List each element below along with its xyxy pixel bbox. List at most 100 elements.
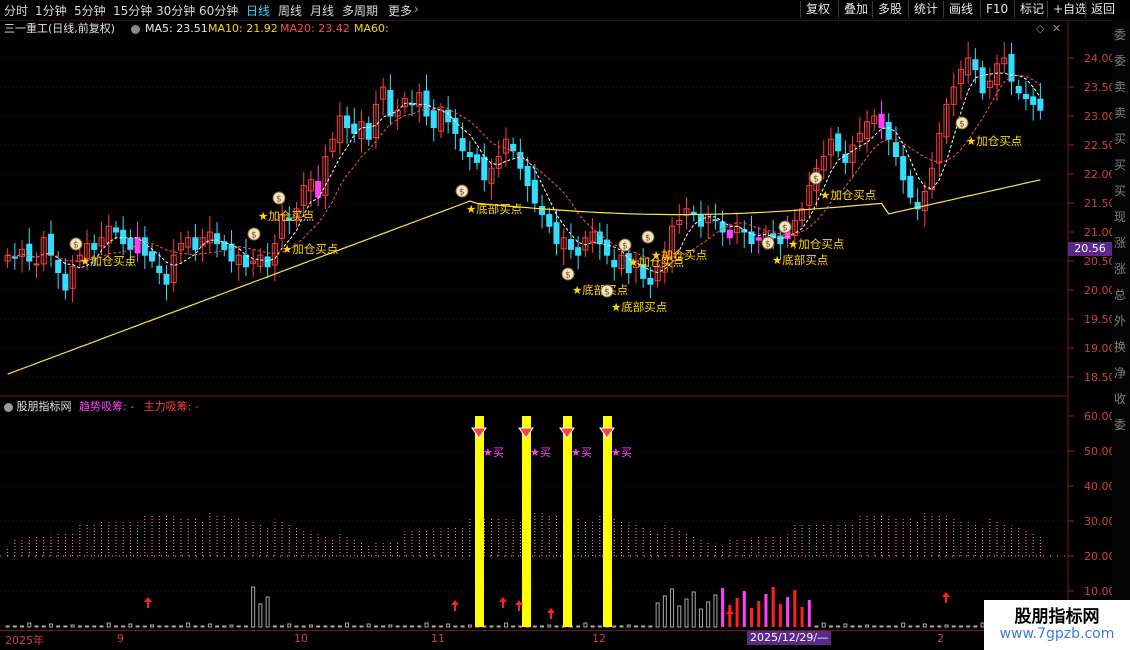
accum-bar bbox=[395, 625, 400, 628]
accum-bar bbox=[821, 622, 826, 628]
ma60-line bbox=[7, 179, 1041, 375]
accum-bar bbox=[597, 625, 602, 628]
svg-text:$: $ bbox=[622, 242, 628, 252]
accum-bar bbox=[857, 625, 862, 628]
money-bag-icon: $ bbox=[761, 236, 775, 250]
date-label: 2 bbox=[937, 632, 944, 645]
up-arrow-icon bbox=[144, 597, 152, 608]
candle-body bbox=[264, 256, 271, 268]
accum-bar bbox=[778, 604, 782, 627]
candle-body bbox=[1015, 85, 1022, 94]
accum-bar bbox=[424, 622, 429, 628]
candle-body bbox=[510, 143, 517, 152]
accum-bar bbox=[417, 625, 422, 628]
accum-bar bbox=[258, 603, 263, 628]
accum-bar bbox=[77, 625, 82, 628]
indicator-header: 股朋指标网 趋势吸筹: - 主力吸筹: - bbox=[4, 398, 199, 414]
date-axis: 2025年 9 10 11 12 2025/12/29/— 2 bbox=[0, 630, 1068, 647]
indicator-name: 股朋指标网 bbox=[16, 400, 72, 413]
accum-bar bbox=[547, 624, 552, 628]
candle-body bbox=[452, 117, 459, 134]
accum-bar bbox=[828, 625, 833, 628]
candle-body bbox=[647, 277, 654, 285]
date-label: 2025年 bbox=[5, 634, 44, 647]
kline-chart[interactable]: $★加仓买点$★加仓买点$★加仓买点$★底部买点$★底部买点$★底部买点$★加仓… bbox=[0, 0, 1130, 650]
accum-bar bbox=[691, 591, 696, 628]
price-tick: 20.50 bbox=[1084, 255, 1116, 268]
candle-body bbox=[712, 219, 719, 222]
candle-body bbox=[546, 214, 553, 227]
accum-bar bbox=[893, 625, 898, 628]
candle-body bbox=[134, 237, 141, 254]
accum-bar bbox=[92, 625, 97, 628]
price-tick: 19.50 bbox=[1084, 313, 1116, 326]
candle-body bbox=[604, 239, 611, 256]
accum-bar bbox=[467, 624, 472, 628]
accum-bar bbox=[164, 625, 169, 628]
candle-body bbox=[228, 243, 235, 262]
accum-bar bbox=[612, 625, 617, 628]
accum-bar bbox=[662, 595, 667, 628]
candle-body bbox=[835, 133, 842, 152]
accum-bar bbox=[540, 625, 545, 628]
accum-bar bbox=[814, 625, 819, 628]
buy-signal-label: ★买 bbox=[530, 446, 551, 459]
accum-bar bbox=[619, 625, 624, 628]
accum-bar bbox=[453, 625, 458, 628]
accum-bar bbox=[843, 623, 848, 628]
money-bag-icon: $ bbox=[455, 184, 469, 198]
sidebar-char: 买 bbox=[1114, 158, 1127, 172]
accum-bar bbox=[222, 625, 227, 628]
buy-point-annotation: ★加仓买点 bbox=[258, 209, 314, 223]
accum-bar bbox=[373, 625, 378, 628]
accum-bar bbox=[554, 625, 559, 628]
accum-bar bbox=[323, 625, 328, 628]
accum-bar bbox=[366, 623, 371, 628]
indicator-tick: 10.00 bbox=[1084, 585, 1116, 598]
accum-bar bbox=[128, 623, 133, 628]
accum-bar bbox=[41, 625, 46, 628]
money-bag-icon: $ bbox=[778, 220, 792, 234]
candle-body bbox=[777, 235, 784, 245]
money-bag-icon: $ bbox=[955, 116, 969, 130]
date-label: 9 bbox=[117, 632, 124, 645]
accum-bar bbox=[930, 625, 935, 628]
accum-bar bbox=[287, 623, 292, 628]
up-arrow-icon bbox=[515, 600, 523, 611]
svg-text:$: $ bbox=[565, 271, 571, 281]
accum-bar bbox=[56, 625, 61, 628]
accum-bar bbox=[511, 625, 516, 628]
accum-bar bbox=[301, 625, 306, 628]
accum-bar bbox=[316, 625, 321, 628]
accum-bar bbox=[742, 591, 746, 627]
settings-dot-icon[interactable] bbox=[4, 402, 13, 412]
accum-bar bbox=[460, 625, 465, 628]
money-bag-icon: $ bbox=[561, 267, 575, 281]
sidebar-char: 外 bbox=[1114, 314, 1127, 328]
sidebar-char: 涨 bbox=[1114, 236, 1127, 250]
accum-bar bbox=[294, 625, 299, 628]
svg-text:$: $ bbox=[276, 195, 282, 205]
candle-body bbox=[979, 67, 986, 94]
candle-body bbox=[387, 89, 394, 117]
accum-bar bbox=[20, 625, 25, 628]
candle-body bbox=[62, 273, 69, 291]
sidebar-char: 买 bbox=[1114, 184, 1127, 198]
candle-body bbox=[156, 265, 163, 274]
candle-body bbox=[315, 181, 322, 198]
candle-body bbox=[33, 263, 40, 266]
accum-bar bbox=[496, 625, 501, 628]
indicator-tick: 40.00 bbox=[1084, 480, 1116, 493]
sidebar-char: 净 bbox=[1114, 366, 1127, 380]
date-label: 12 bbox=[592, 632, 606, 645]
accum-bar bbox=[12, 625, 17, 628]
accum-bar bbox=[966, 625, 971, 628]
sidebar-char: 总 bbox=[1114, 288, 1127, 302]
buy-point-annotation: ★底部买点 bbox=[772, 253, 828, 267]
buy-point-annotation: ★加仓买点 bbox=[820, 188, 876, 202]
up-arrow-icon bbox=[499, 597, 507, 608]
candle-body bbox=[474, 154, 481, 163]
accum-bar bbox=[937, 625, 942, 628]
candle-body bbox=[91, 243, 98, 250]
accum-bar bbox=[251, 586, 256, 628]
